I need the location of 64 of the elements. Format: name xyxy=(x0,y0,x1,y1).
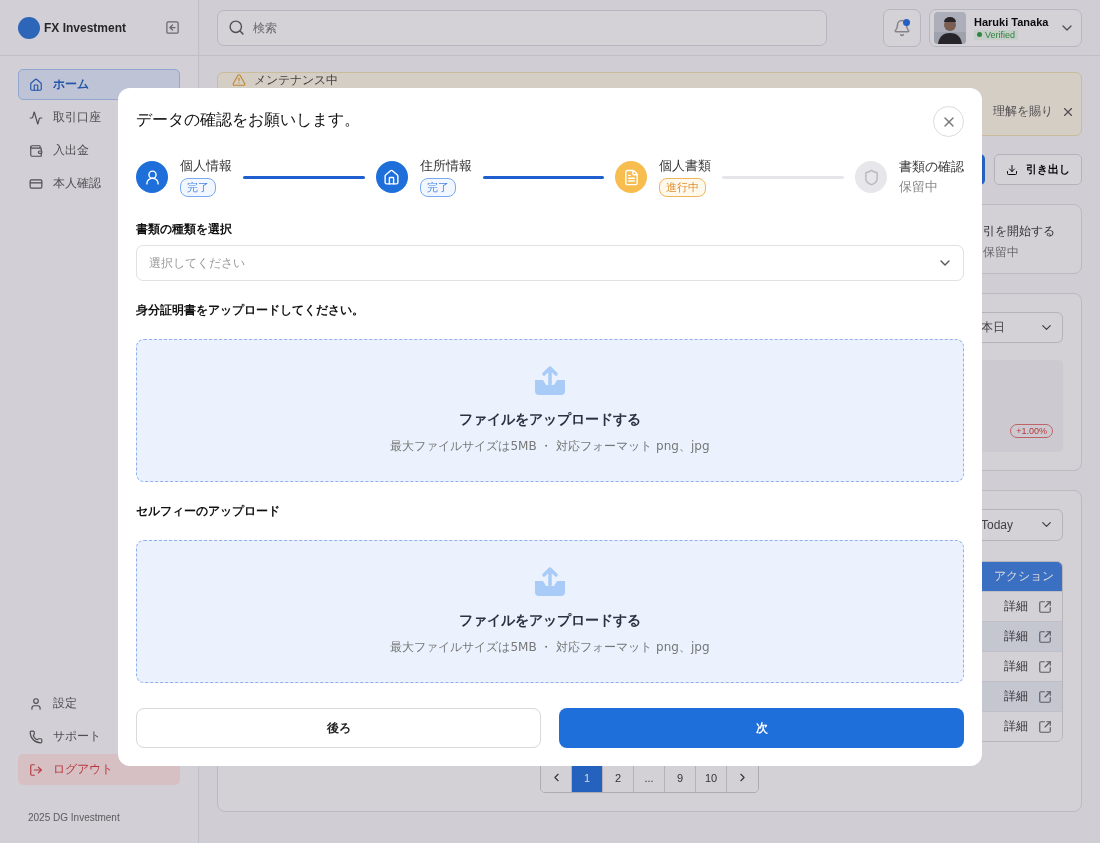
field-label: 身分証明書をアップロードしてください。 xyxy=(136,302,365,319)
upload-dropzone[interactable]: ファイルをアップロードする 最大ファイルサイズは5MB ・ 対応フォーマット png、jpg xyxy=(136,339,964,482)
upload-title: ファイルをアップロードする xyxy=(459,612,641,630)
document-icon xyxy=(622,168,640,186)
withdraw-button[interactable]: 引き出し xyxy=(994,154,1082,185)
upload-hint: 最大ファイルサイズは5MB ・ 対応フォーマット png、jpg xyxy=(390,639,710,656)
step-label: 個人書類 xyxy=(659,157,712,175)
bell-icon xyxy=(893,18,911,37)
field-label: 書類の種類を選択 xyxy=(136,221,233,238)
chart-icon xyxy=(29,110,43,125)
external-link-icon[interactable] xyxy=(1038,719,1052,734)
details-link[interactable]: 詳細 xyxy=(1004,598,1028,616)
step-label: 住所情報 xyxy=(419,157,472,175)
nav-item[interactable]: 本人確認 xyxy=(18,168,180,199)
search-icon xyxy=(228,19,245,36)
home-icon xyxy=(383,168,401,186)
phone-icon xyxy=(29,729,43,744)
next-button[interactable]: 次 xyxy=(559,708,964,748)
step-status: 保留中 xyxy=(899,178,938,196)
details-link[interactable]: 詳細 xyxy=(1004,658,1028,676)
step-status: 進行中 xyxy=(659,177,707,197)
external-link-icon[interactable] xyxy=(1038,629,1052,644)
search-input[interactable]: 検索 xyxy=(251,19,816,36)
alert-message: 理解を賜り xyxy=(993,103,1053,120)
upload-hint: 最大ファイルサイズは5MB ・ 対応フォーマット png、jpg xyxy=(390,438,710,455)
card-title: 引を開始する xyxy=(983,223,1056,240)
step-label: 個人情報 xyxy=(180,157,232,175)
external-link-icon[interactable] xyxy=(1038,599,1052,614)
verified-status: Verified xyxy=(974,29,1019,40)
copyright: 2025 DG Investment xyxy=(27,811,121,825)
logout-icon xyxy=(29,762,43,777)
upload-dropzone[interactable]: ファイルをアップロードする 最大ファイルサイズは5MB ・ 対応フォーマット png、jpg xyxy=(136,540,964,683)
field-label: セルフィーのアップロード xyxy=(136,503,281,520)
details-link[interactable]: 詳細 xyxy=(1004,688,1028,706)
nav-item[interactable]: 入出金 xyxy=(18,135,180,166)
download-icon xyxy=(1006,163,1018,176)
document-type-select[interactable]: 選択してください xyxy=(136,245,964,281)
step-status: 完了 xyxy=(180,177,216,197)
home-icon xyxy=(29,77,43,92)
collapse-icon[interactable] xyxy=(165,20,180,35)
card-icon xyxy=(29,176,43,191)
shield-icon xyxy=(862,168,880,186)
upload-title: ファイルをアップロードする xyxy=(459,411,641,429)
dialog-title: データの確認をお願いします。 xyxy=(136,110,360,131)
external-link-icon[interactable] xyxy=(1038,659,1052,674)
wallet-icon xyxy=(29,143,43,158)
notification-button[interactable] xyxy=(883,8,921,47)
brand-logo xyxy=(18,16,40,39)
user-name: Haruki Tanaka xyxy=(974,15,1049,28)
details-link[interactable]: 詳細 xyxy=(1004,628,1028,646)
alert-title: メンテナンス中 xyxy=(254,73,338,87)
column-header: アクション xyxy=(994,567,1054,585)
step-status: 完了 xyxy=(419,177,456,197)
search-field[interactable]: 検索 xyxy=(217,9,827,46)
warning-icon xyxy=(232,73,246,87)
brand-name: FX Investment xyxy=(44,20,128,35)
external-link-icon[interactable] xyxy=(1038,689,1052,704)
user-icon xyxy=(143,168,161,186)
step-label: 書類の確認 xyxy=(899,158,964,176)
card-status: 保留中 xyxy=(983,244,1020,261)
user-icon xyxy=(29,696,43,711)
back-button[interactable]: 後ろ xyxy=(136,708,541,748)
details-link[interactable]: 詳細 xyxy=(1004,718,1028,736)
user-menu[interactable]: Haruki Tanaka Verified xyxy=(929,8,1082,47)
